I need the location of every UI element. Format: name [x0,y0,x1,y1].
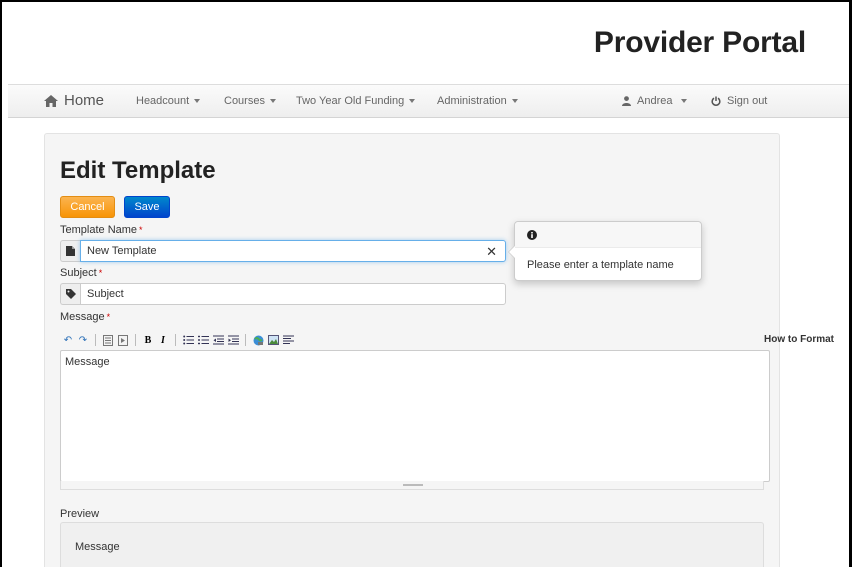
template-name-label: Template Name * [60,224,143,236]
link-icon[interactable] [252,334,264,346]
caret-down-icon [681,99,688,103]
nav-courses-label: Courses [224,95,265,107]
nav-funding-label: Two Year Old Funding [296,95,405,107]
source-icon[interactable] [102,334,114,346]
popover-message: Please enter a template name [527,259,674,271]
subject-input[interactable]: Subject [80,283,506,305]
user-icon [622,96,631,106]
undo-icon[interactable]: ↶ [62,334,74,346]
template-name-label-text: Template Name [60,224,138,236]
toolbar-separator [135,334,136,346]
template-insert-icon[interactable] [117,334,129,346]
bullet-list-icon[interactable] [182,334,194,346]
navbar: Home Headcount Courses Two Year Old Fund… [8,84,849,118]
required-marker: * [139,225,143,235]
toolbar-separator [175,334,176,346]
horizontal-rule-icon[interactable] [282,334,294,346]
validation-popover: Please enter a template name [508,221,702,281]
info-icon [527,229,537,240]
template-name-value: New Template [87,245,157,257]
caret-down-icon [269,99,276,103]
subject-label: Subject * [60,267,102,279]
nav-signout-label: Sign out [727,95,768,107]
image-icon[interactable] [267,334,279,346]
caret-down-icon [409,99,416,103]
toolbar-separator [245,334,246,346]
subject-placeholder: Subject [87,288,124,300]
tag-icon [65,289,76,299]
template-name-group: New Template ✕ [60,240,506,262]
toolbar-separator [95,334,96,346]
subject-label-text: Subject [60,267,97,279]
grip-icon [403,484,423,486]
nav-two-year-old-funding[interactable]: Two Year Old Funding [296,95,416,107]
caret-down-icon [194,99,201,103]
redo-icon[interactable]: ↷ [77,334,89,346]
home-icon [44,94,58,107]
portal-title: Provider Portal [593,26,806,59]
required-marker: * [106,312,111,322]
nav-courses[interactable]: Courses [224,95,276,107]
indent-icon[interactable] [227,334,239,346]
editor-resize-handle[interactable] [60,481,764,490]
message-editor[interactable]: Message [60,350,770,482]
cancel-button[interactable]: Cancel [60,196,115,218]
file-icon [66,246,75,256]
message-label: Message * [60,311,110,323]
editor-toolbar: ↶ ↷ B I [62,332,762,348]
preview-box: Message [60,522,764,567]
nav-administration[interactable]: Administration [437,95,518,107]
required-marker: * [98,268,103,278]
nav-home[interactable]: Home [44,92,104,109]
nav-user-menu[interactable]: Andrea [622,95,688,107]
bold-icon[interactable]: B [142,334,154,346]
page-title: Edit Template [60,157,216,184]
caret-down-icon [511,99,518,103]
italic-icon[interactable]: I [157,334,169,346]
numbered-list-icon[interactable] [197,334,209,346]
nav-user-label: Andrea [637,95,673,107]
template-name-input[interactable]: New Template ✕ [80,240,506,262]
outdent-icon[interactable] [212,334,224,346]
save-button[interactable]: Save [124,196,170,218]
nav-headcount-label: Headcount [136,95,190,107]
subject-addon [60,283,80,305]
popover-header [515,222,701,248]
message-placeholder: Message [65,356,110,368]
preview-content: Message [75,541,120,553]
popover-arrow [508,245,515,259]
template-name-addon [60,240,80,262]
how-to-format-link[interactable]: How to Format [764,334,834,345]
power-icon [711,96,721,106]
nav-signout[interactable]: Sign out [711,95,767,107]
message-label-text: Message [60,311,105,323]
nav-headcount[interactable]: Headcount [136,95,201,107]
clear-icon[interactable]: ✕ [486,244,497,260]
nav-administration-label: Administration [437,95,507,107]
subject-group: Subject [60,283,506,305]
nav-home-label: Home [64,92,105,109]
header: Provider Portal [2,2,849,86]
preview-label: Preview [60,508,100,520]
